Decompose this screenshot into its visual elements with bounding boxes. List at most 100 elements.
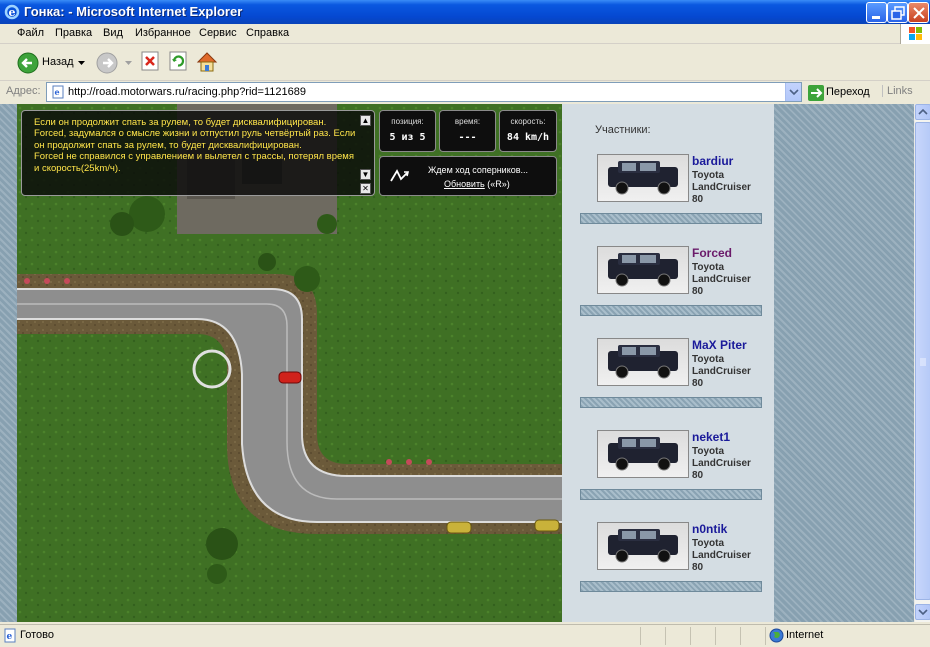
suv-image — [608, 253, 678, 287]
log-close-button[interactable]: ✕ — [360, 183, 371, 194]
log-line: Forced, задумался о смысле жизни и отпус… — [34, 128, 356, 151]
log-scroll-up-button[interactable]: ▲ — [360, 115, 371, 126]
participant-name[interactable]: bardiur — [692, 154, 733, 168]
scroll-thumb[interactable] — [915, 122, 930, 600]
car-photo — [597, 154, 689, 202]
security-zone: Internet — [786, 629, 824, 641]
participant-card: MaX Piter Toyota LandCruiser 80 — [580, 338, 762, 420]
position-box: позиция: 5 из 5 — [379, 110, 436, 152]
menu-view[interactable]: Вид — [103, 27, 123, 39]
suv-image — [608, 345, 678, 379]
time-caption: время: — [454, 117, 481, 126]
back-label: Назад — [42, 56, 74, 68]
page-status-icon: e — [4, 628, 16, 643]
stop-button[interactable] — [140, 50, 162, 76]
participant-car: Toyota LandCruiser 80 — [692, 446, 751, 481]
scroll-down-button[interactable] — [915, 604, 930, 620]
participant-card: bardiur Toyota LandCruiser 80 — [580, 154, 762, 236]
stop-icon — [141, 51, 159, 71]
menu-file[interactable]: Файл — [17, 27, 44, 39]
scroll-up-button[interactable] — [915, 104, 930, 120]
position-value: 5 из 5 — [389, 132, 426, 143]
maximize-button[interactable] — [887, 2, 908, 23]
toolbar: Назад — [0, 45, 930, 81]
suv-image — [608, 161, 678, 195]
speed-caption: скорость: — [510, 117, 546, 126]
links-toolbar[interactable]: Links — [882, 85, 913, 97]
minimize-icon — [872, 16, 880, 19]
participant-car: Toyota LandCruiser 80 — [692, 170, 751, 205]
windows-flag-icon — [900, 24, 930, 44]
log-line: Forced не справился с управлением и выле… — [34, 151, 354, 174]
position-caption: позиция: — [391, 117, 424, 126]
participant-car: Toyota LandCruiser 80 — [692, 262, 751, 297]
participant-name[interactable]: MaX Piter — [692, 338, 747, 352]
status-text: Готово — [20, 629, 54, 641]
menu-bar: Файл Правка Вид Избранное Сервис Справка — [0, 24, 930, 44]
race-log-panel: Если он продолжит спать за рулем, то буд… — [21, 110, 375, 196]
participant-bar — [580, 397, 762, 408]
refresh-button[interactable] — [168, 50, 190, 76]
forward-button[interactable] — [95, 50, 121, 76]
participant-card: n0ntik Toyota LandCruiser 80 — [580, 522, 762, 604]
page-content: Если он продолжит спать за рулем, то буд… — [0, 104, 914, 622]
title-bar: e Гонка: - Microsoft Internet Explorer — [0, 0, 930, 24]
svg-text:e: e — [55, 87, 60, 97]
participant-name[interactable]: n0ntik — [692, 522, 727, 536]
menu-help[interactable]: Справка — [246, 27, 289, 39]
participant-card: neket1 Toyota LandCruiser 80 — [580, 430, 762, 512]
status-divider — [740, 627, 741, 645]
go-button[interactable]: Переход — [806, 84, 878, 102]
status-divider — [765, 627, 766, 645]
close-icon — [913, 7, 925, 19]
car-photo — [597, 522, 689, 570]
participant-bar — [580, 305, 762, 316]
chevron-up-icon — [918, 108, 928, 115]
car-photo — [597, 430, 689, 478]
internet-globe-icon — [769, 628, 784, 643]
menu-favorites[interactable]: Избранное — [135, 27, 191, 39]
minimize-button[interactable] — [866, 2, 887, 23]
speed-value: 84 km/h — [506, 132, 550, 143]
log-line: Если он продолжит спать за рулем, то буд… — [34, 117, 327, 128]
back-dropdown-icon[interactable] — [78, 61, 85, 66]
car-photo — [597, 246, 689, 294]
forward-dropdown-icon[interactable] — [125, 61, 132, 66]
home-button[interactable] — [195, 50, 219, 76]
vertical-scrollbar[interactable] — [914, 104, 930, 622]
participant-car: Toyota LandCruiser 80 — [692, 538, 751, 573]
participants-panel: Участники: bardiur Toyota LandCruiser 80 F… — [562, 104, 774, 622]
restore-icon — [891, 6, 905, 20]
refresh-action: Обновить («R») — [444, 179, 510, 189]
refresh-link[interactable]: Обновить — [444, 179, 485, 189]
menu-edit[interactable]: Правка — [55, 27, 92, 39]
status-divider — [690, 627, 691, 645]
log-scroll-down-button[interactable]: ▼ — [360, 169, 371, 180]
window-title: Гонка: - Microsoft Internet Explorer — [24, 4, 243, 19]
address-label: Адрес: — [6, 85, 41, 97]
close-button[interactable] — [908, 2, 929, 23]
wait-panel: Ждем ход соперников... Обновить («R») — [379, 156, 557, 196]
participant-car: Toyota LandCruiser 80 — [692, 354, 751, 389]
address-input[interactable]: e http://road.motorwars.ru/racing.php?ri… — [46, 82, 802, 102]
chevron-down-icon — [918, 609, 928, 616]
time-value: --- — [458, 132, 477, 143]
refresh-icon — [169, 51, 187, 71]
status-bar: e Готово Internet — [0, 624, 930, 647]
wait-message: Ждем ход соперников... — [428, 165, 529, 175]
status-divider — [715, 627, 716, 645]
status-divider — [665, 627, 666, 645]
time-box: время: --- — [439, 110, 496, 152]
race-log: Если он продолжит спать за рулем, то буд… — [34, 117, 356, 174]
participant-name[interactable]: neket1 — [692, 430, 730, 444]
menu-tools[interactable]: Сервис — [199, 27, 237, 39]
address-dropdown-button[interactable] — [785, 83, 801, 101]
go-arrow-icon — [808, 85, 824, 101]
race-track-view[interactable]: Если он продолжит спать за рулем, то буд… — [17, 104, 562, 622]
participants-heading: Участники: — [595, 124, 651, 136]
participant-name[interactable]: Forced — [692, 246, 732, 260]
steering-arrows-icon — [390, 169, 410, 182]
speed-box: скорость: 84 km/h — [499, 110, 557, 152]
chevron-down-icon — [789, 89, 799, 96]
go-label: Переход — [826, 86, 870, 98]
